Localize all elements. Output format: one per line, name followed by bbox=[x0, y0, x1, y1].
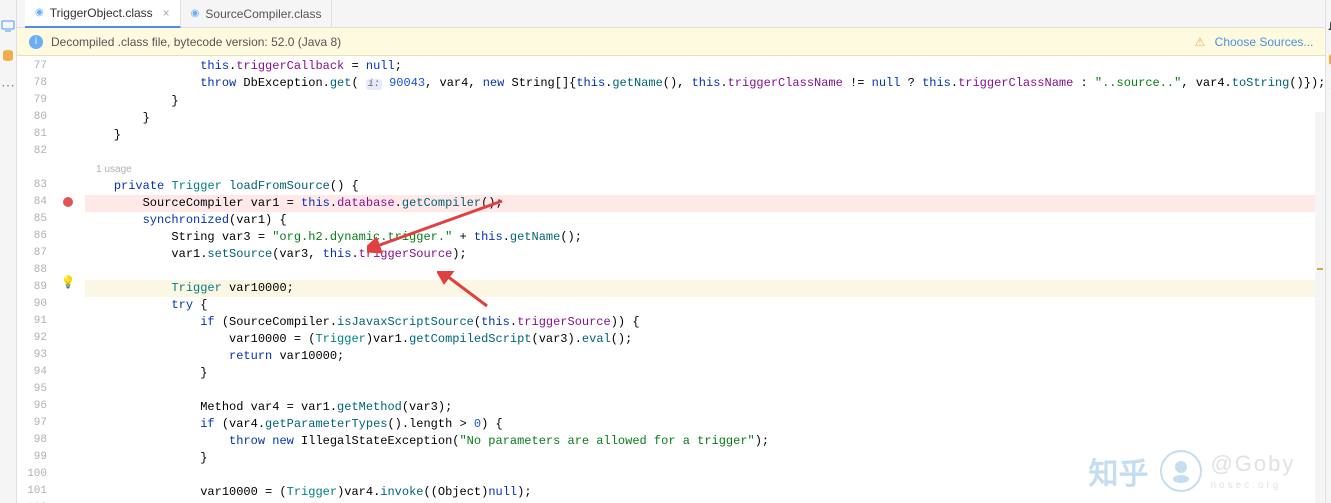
right-tool-sidebar: V bbox=[1325, 0, 1331, 503]
tab-source-compiler[interactable]: ◉ SourceCompiler.class bbox=[181, 0, 333, 28]
info-icon: i bbox=[29, 35, 43, 49]
left-tool-sidebar: ⋯ bbox=[0, 0, 17, 503]
close-icon[interactable]: × bbox=[163, 6, 170, 20]
code-content[interactable]: this.triggerCallback = null; throw DbExc… bbox=[77, 56, 1325, 503]
class-file-icon: ◉ bbox=[35, 7, 44, 18]
computer-icon[interactable] bbox=[0, 18, 16, 34]
line-numbers-gutter[interactable]: 777879808182 838485868788899091929394959… bbox=[17, 56, 59, 503]
decompile-banner: i Decompiled .class file, bytecode versi… bbox=[17, 28, 1325, 56]
database-icon[interactable] bbox=[1326, 52, 1331, 72]
database-icon[interactable] bbox=[0, 48, 16, 64]
notification-icon[interactable] bbox=[1326, 18, 1331, 38]
editor-scrollbar[interactable] bbox=[1315, 112, 1325, 503]
banner-message: Decompiled .class file, bytecode version… bbox=[51, 35, 341, 49]
tab-trigger-object[interactable]: ◉ TriggerObject.class × bbox=[25, 0, 181, 28]
editor-main: ◉ TriggerObject.class × ◉ SourceCompiler… bbox=[17, 0, 1325, 503]
marks-gutter[interactable]: 💡 bbox=[59, 56, 77, 503]
class-file-icon: ◉ bbox=[191, 8, 200, 19]
editor-tabs: ◉ TriggerObject.class × ◉ SourceCompiler… bbox=[17, 0, 1325, 28]
warning-icon: ⚠ bbox=[1195, 35, 1206, 49]
tab-label: SourceCompiler.class bbox=[205, 7, 321, 21]
choose-sources-link[interactable]: Choose Sources... bbox=[1215, 35, 1314, 49]
more-icon[interactable]: ⋯ bbox=[0, 78, 16, 94]
code-editor[interactable]: 777879808182 838485868788899091929394959… bbox=[17, 56, 1325, 503]
tab-label: TriggerObject.class bbox=[50, 6, 153, 20]
